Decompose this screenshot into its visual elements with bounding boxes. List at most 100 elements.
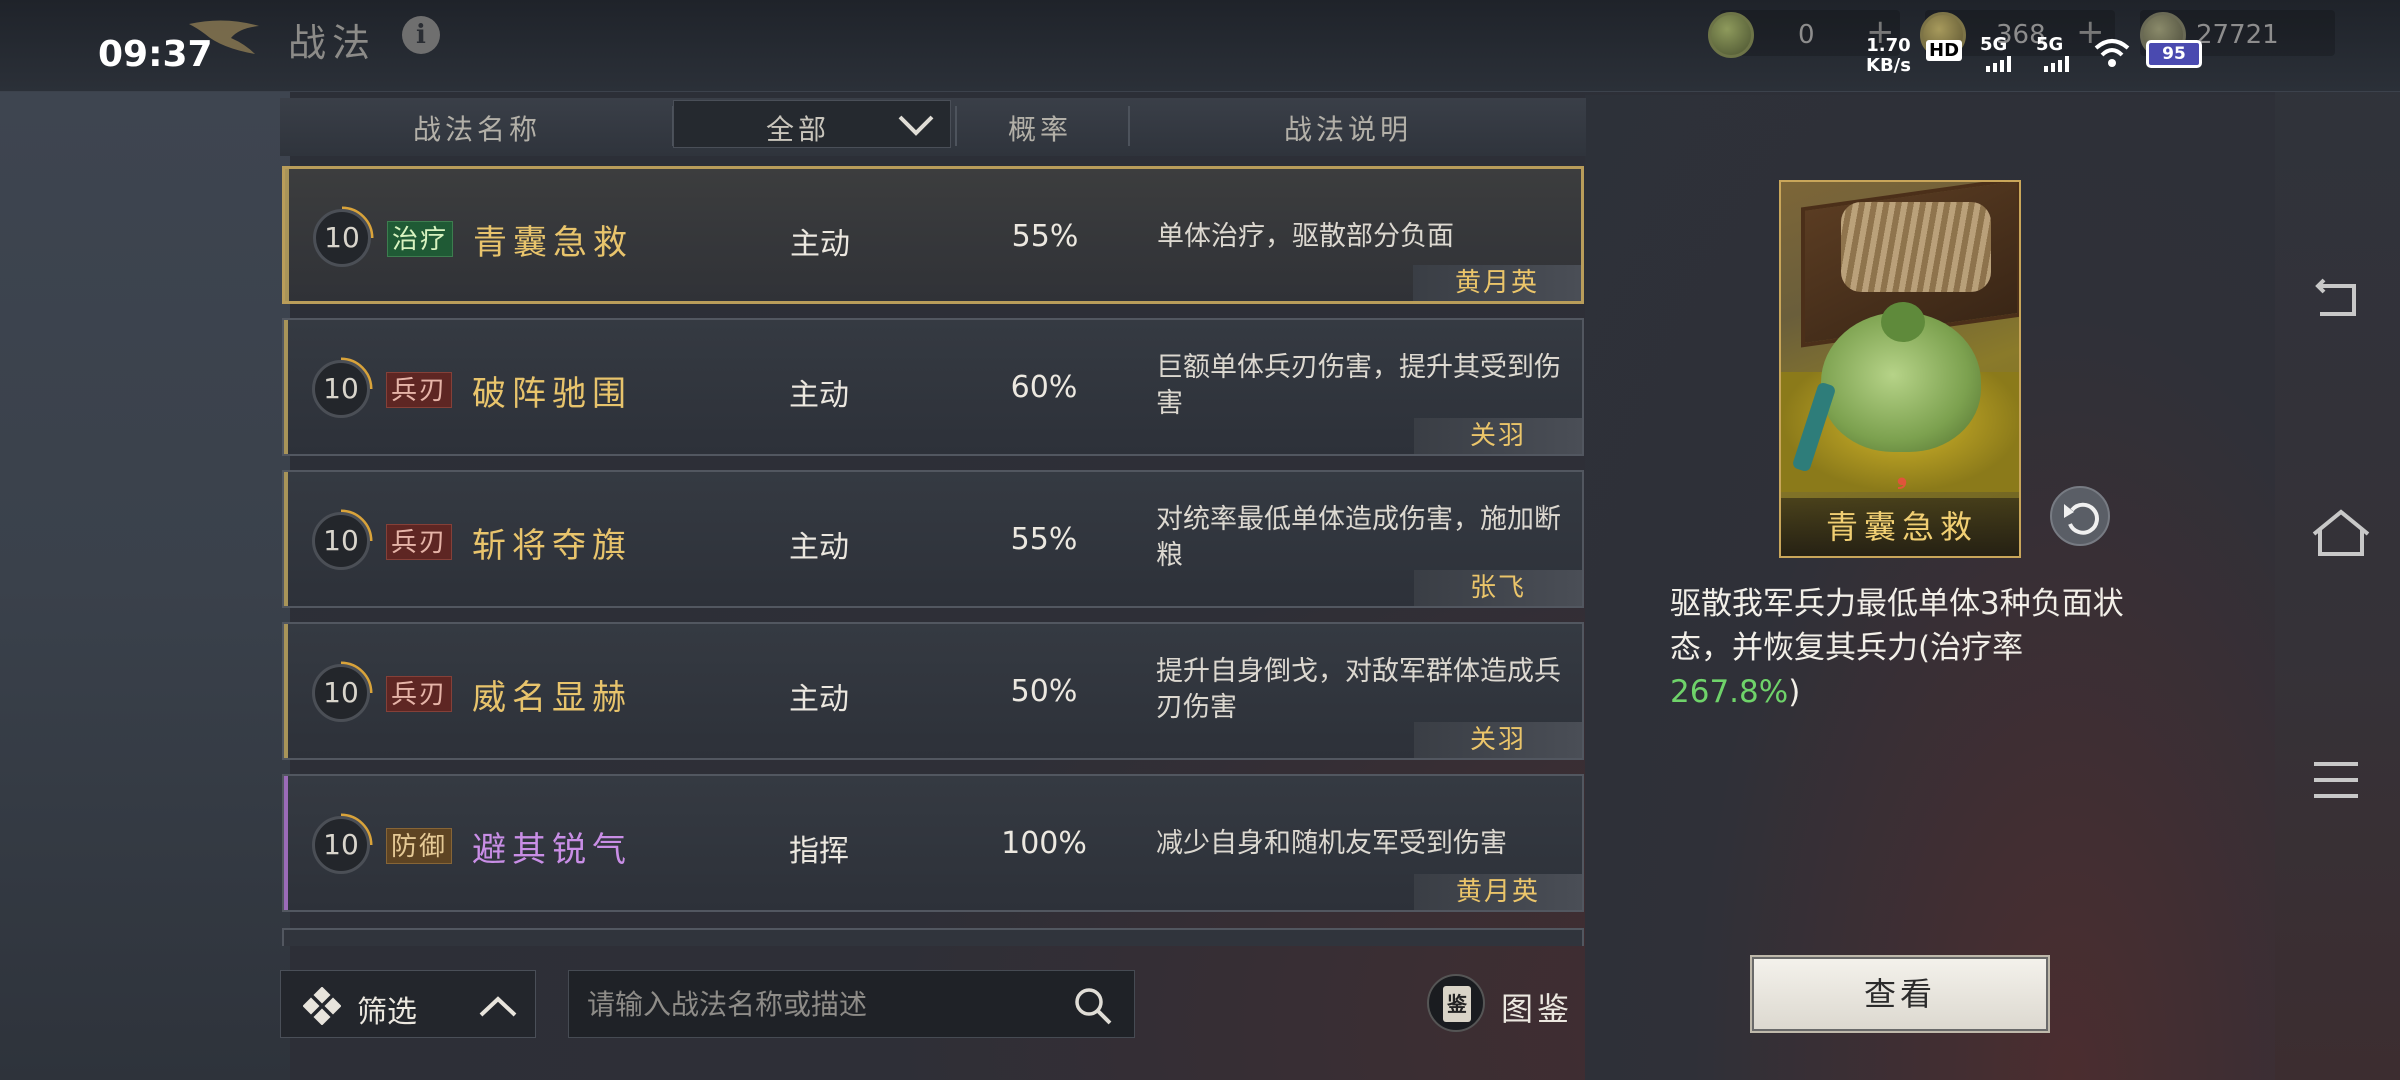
sim2-label: 5G	[2036, 34, 2064, 55]
back-icon[interactable]	[185, 14, 265, 64]
tactic-hero: 黄月英	[1414, 874, 1582, 910]
col-rate-header: 概率	[1008, 113, 1073, 146]
tactic-name: 斩将夺旗	[472, 526, 632, 566]
card-herbs-art	[1841, 202, 1991, 292]
tactic-desc: 提升自身倒戈，对敌军群体造成兵刃伤害	[1156, 656, 1561, 723]
net-speed-unit: KB/s	[1866, 55, 1911, 76]
codex-icon: 鉴	[1427, 974, 1485, 1032]
tactic-tag: 兵刃	[386, 372, 453, 408]
tactic-rate: 55%	[1010, 522, 1078, 557]
resource-copper-value: 27721	[2196, 20, 2279, 50]
search-icon[interactable]	[1072, 985, 1114, 1027]
detail-desc-main: 驱散我军兵力最低单体3种负面状态，并恢复其兵力(治疗率	[1670, 586, 2124, 666]
tactic-desc: 对统率最低单体造成伤害，施加断粮	[1156, 504, 1561, 571]
tactic-name: 青囊急救	[473, 223, 633, 263]
filter-label: 筛选	[357, 995, 417, 1030]
tactic-type: 主动	[789, 530, 849, 565]
chevron-up-icon	[479, 996, 517, 1017]
codex-label: 图鉴	[1501, 990, 1574, 1028]
detail-desc-end: )	[1788, 674, 1801, 710]
tactic-detail-text: 驱散我军兵力最低单体3种负面状态，并恢复其兵力(治疗率 267.8%)	[1670, 582, 2130, 714]
tactic-row-partial[interactable]	[282, 928, 1584, 946]
tactic-hero: 关羽	[1414, 418, 1582, 454]
net-speed-value: 1.70	[1866, 35, 1911, 56]
level-badge: 10	[312, 816, 370, 874]
card-name: 青囊急救	[1781, 498, 2019, 556]
rotate-button[interactable]	[2050, 486, 2110, 546]
tactic-rate: 55%	[1011, 219, 1079, 254]
row-rarity-stripe	[284, 776, 288, 910]
tactic-hero: 关羽	[1414, 722, 1582, 758]
left-backdrop	[0, 90, 290, 1080]
level-badge: 10	[312, 512, 370, 570]
row-rarity-stripe	[284, 472, 288, 606]
jade-coin-icon	[1708, 12, 1754, 58]
chevron-down-icon	[898, 115, 934, 136]
row-rarity-stripe	[284, 624, 288, 758]
page-title: 战法	[288, 21, 377, 65]
level-badge: 10	[312, 360, 370, 418]
codex-icon-char: 鉴	[1443, 986, 1471, 1022]
tactic-tag: 治疗	[387, 221, 454, 257]
detail-heal-rate: 267.8%	[1670, 674, 1789, 710]
wifi-icon	[2094, 39, 2130, 67]
tactic-row[interactable]: 10 防御 避其锐气 指挥 100% 减少自身和随机友军受到伤害 黄月英	[282, 774, 1584, 912]
col-name-header: 战法名称	[413, 113, 542, 146]
top-bar: 09:37 战法 i 0 + 368 + 27721 1.70 KB/s HD …	[0, 0, 2400, 92]
row-rarity-stripe	[284, 320, 288, 454]
tactic-tag: 防御	[386, 828, 453, 864]
header-divider	[1128, 106, 1130, 146]
tactic-desc: 巨额单体兵刃伤害，提升其受到伤害	[1156, 352, 1561, 419]
tactic-type: 主动	[789, 378, 849, 413]
col-desc-header: 战法说明	[1284, 113, 1413, 146]
net-speed: 1.70 KB/s	[1866, 36, 1911, 76]
tactic-row[interactable]: 10 治疗 青囊急救 主动 55% 单体治疗，驱散部分负面 黄月英	[282, 166, 1584, 304]
tactic-name: 避其锐气	[472, 830, 632, 870]
tactic-rate: 100%	[1001, 826, 1087, 861]
tactic-desc: 减少自身和随机友军受到伤害	[1156, 828, 1507, 859]
sim1-label: 5G	[1980, 34, 2008, 55]
battery-icon: 95	[2146, 40, 2202, 68]
menu-nav-icon[interactable]	[2310, 758, 2366, 804]
codex-button[interactable]: 鉴 图鉴	[1425, 972, 1585, 1036]
hd-badge: HD	[1926, 40, 1963, 61]
tactic-type: 指挥	[789, 834, 849, 869]
tactic-row[interactable]: 10 兵刃 威名显赫 主动 50% 提升自身倒戈，对敌军群体造成兵刃伤害 关羽	[282, 622, 1584, 760]
info-icon[interactable]: i	[402, 16, 440, 54]
tactic-type: 主动	[789, 682, 849, 717]
tactic-rate: 60%	[1010, 370, 1078, 405]
level-badge: 10	[313, 209, 371, 267]
type-filter-dropdown[interactable]: 全部	[673, 100, 951, 148]
tactic-row[interactable]: 10 兵刃 破阵驰围 主动 60% 巨额单体兵刃伤害，提升其受到伤害 关羽	[282, 318, 1584, 456]
tactic-hero: 张飞	[1414, 570, 1582, 606]
filter-diamond-icon	[303, 987, 341, 1025]
tactic-card-art: ❟ 青囊急救	[1779, 180, 2021, 558]
card-knot-art	[1881, 302, 1925, 342]
row-rarity-stripe	[285, 169, 289, 301]
card-quality-icon: ❟	[1896, 460, 1908, 490]
search-input[interactable]	[587, 983, 1067, 1025]
resource-jade-value: 0	[1798, 20, 1815, 50]
signal-icon	[1986, 56, 2011, 72]
type-filter-value: 全部	[766, 113, 831, 146]
tactic-tag: 兵刃	[386, 676, 453, 712]
tactic-name: 破阵驰围	[472, 374, 632, 414]
battery-level: 95	[2162, 44, 2186, 64]
search-box[interactable]	[568, 970, 1135, 1038]
header-divider	[955, 106, 957, 146]
signal-icon-2	[2044, 56, 2069, 72]
tactic-rate: 50%	[1010, 674, 1078, 709]
tactic-tag: 兵刃	[386, 524, 453, 560]
view-button-label: 查看	[1863, 975, 1936, 1013]
level-badge: 10	[312, 664, 370, 722]
tactic-desc: 单体治疗，驱散部分负面	[1157, 221, 1454, 252]
tactic-row[interactable]: 10 兵刃 斩将夺旗 主动 55% 对统率最低单体造成伤害，施加断粮 张飞	[282, 470, 1584, 608]
view-button[interactable]: 查看	[1750, 955, 2050, 1033]
tactic-hero: 黄月英	[1413, 265, 1581, 301]
home-nav-icon[interactable]	[2310, 508, 2372, 560]
filter-button[interactable]: 筛选	[280, 970, 536, 1038]
tactic-name: 威名显赫	[472, 678, 632, 718]
tactic-type: 主动	[790, 227, 850, 262]
back-nav-icon[interactable]	[2310, 270, 2370, 326]
rotate-icon	[2064, 502, 2099, 535]
